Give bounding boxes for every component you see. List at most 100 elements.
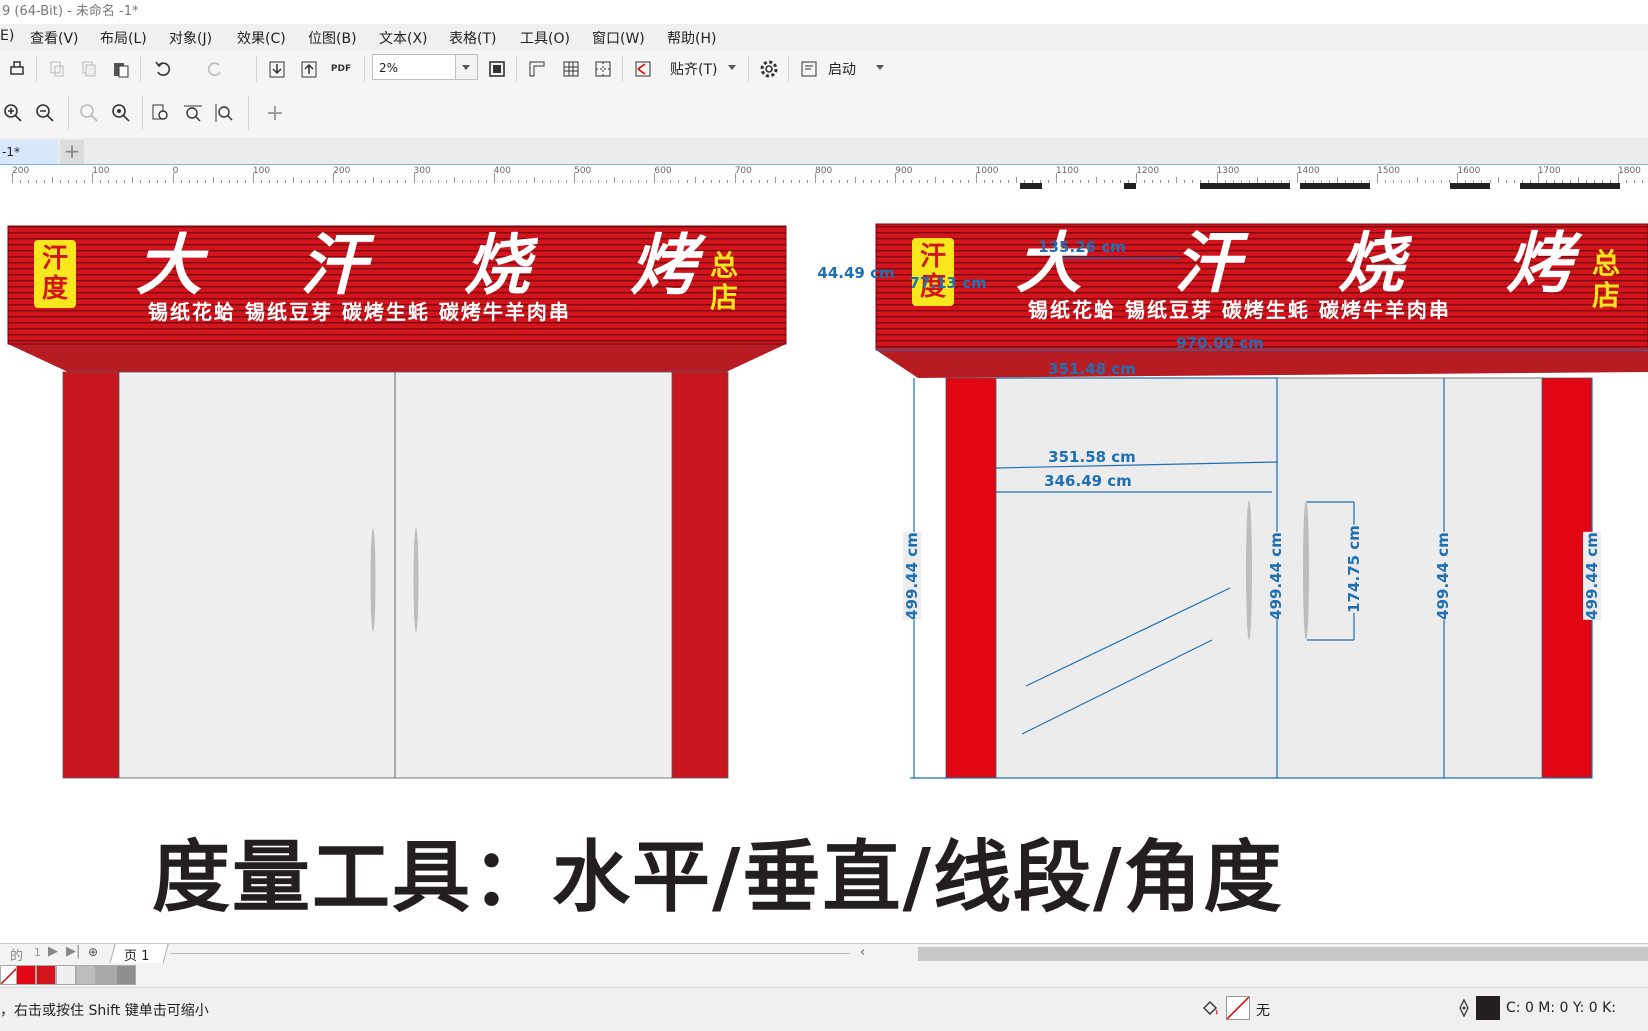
full-screen-preview-icon[interactable]	[484, 56, 510, 82]
print-icon[interactable]	[4, 56, 30, 82]
menu-item-1[interactable]: 布局(L)	[100, 28, 147, 48]
dimension-label[interactable]: 174.75 cm	[1345, 525, 1363, 613]
ruler-tick-label: 1300	[1216, 166, 1240, 176]
outline-color-swatch[interactable]	[1476, 996, 1500, 1020]
sign-title-char: 汗	[300, 226, 366, 304]
dimension-label[interactable]: 44.49 cm	[817, 264, 894, 282]
sign-title-char: 大	[136, 226, 202, 304]
zoom-to-all-objects-icon[interactable]	[108, 100, 134, 126]
swatch-light-gray[interactable]	[56, 965, 76, 985]
next-page-icon[interactable]: ▶	[48, 944, 58, 959]
add-page-icon[interactable]: ⊕	[88, 945, 98, 959]
door-handle-left-a	[370, 528, 376, 632]
paste-icon[interactable]	[108, 56, 134, 82]
document-tab-bar	[0, 138, 1648, 164]
menu-item-7[interactable]: 工具(O)	[520, 28, 570, 48]
ruler-tick	[413, 173, 415, 183]
dimension-label[interactable]: 351.48 cm	[1048, 360, 1136, 378]
menu-item-5[interactable]: 文本(X)	[379, 28, 428, 48]
zoom-to-selected-icon[interactable]	[76, 100, 102, 126]
toolbar-separator	[140, 56, 141, 82]
add-document-tab-button[interactable]: +	[60, 140, 84, 164]
swatch-mid-gray[interactable]	[96, 965, 116, 985]
dimension-label[interactable]: 135.26 cm	[1038, 238, 1126, 256]
ruler-tick	[654, 173, 656, 183]
status-bar: ，右击或按住 Shift 键单击可缩小 无 C: 0 M: 0 Y: 0 K:	[0, 987, 1648, 1031]
horizontal-scrollbar[interactable]	[918, 947, 1648, 961]
page-count: 1	[34, 946, 41, 959]
copy-icon[interactable]	[76, 56, 102, 82]
ruler-tick-label: 1500	[1377, 166, 1400, 176]
dimension-label[interactable]: 77.13 cm	[909, 274, 986, 292]
drawing-canvas[interactable]: 汗度大汗烧烤锡纸花蛤 锡纸豆芽 碳烤生蚝 碳烤牛羊肉串总店 汗度大汗烧烤锡纸花蛤…	[0, 183, 1648, 943]
menu-item-9[interactable]: 帮助(H)	[667, 28, 716, 48]
ruler-tick	[493, 173, 495, 183]
menu-item-6[interactable]: 表格(T)	[449, 28, 496, 48]
pen-nib-icon[interactable]	[1456, 998, 1472, 1022]
dimension-label[interactable]: 970.00 cm	[1176, 334, 1264, 352]
fill-color-none-icon[interactable]	[1226, 996, 1250, 1020]
menu-item-8[interactable]: 窗口(W)	[592, 28, 645, 48]
document-tab[interactable]: -1*	[0, 140, 58, 164]
ruler-tick-label: 900	[895, 166, 913, 176]
dimension-label[interactable]: 346.49 cm	[1044, 472, 1132, 490]
ruler-tick	[1136, 173, 1138, 183]
page-tab-label: 页 1	[124, 949, 150, 964]
zoom-level-input[interactable]: 2%	[372, 54, 456, 80]
menu-item-3[interactable]: 效果(C)	[237, 28, 286, 48]
gear-icon[interactable]	[756, 56, 782, 82]
swatch-dark-red[interactable]	[36, 965, 56, 985]
color-palette	[0, 963, 1648, 987]
zoom-to-page-icon[interactable]	[148, 100, 174, 126]
ruler-tick	[333, 173, 335, 183]
swatch-red[interactable]	[16, 965, 36, 985]
menu-item-2[interactable]: 对象(J)	[169, 28, 212, 48]
sign-side-char: 店	[1592, 279, 1621, 312]
snap-to-menu[interactable]: 贴齐(T)	[670, 59, 717, 79]
fill-bucket-icon[interactable]	[1200, 998, 1220, 1022]
ruler-tick	[1537, 173, 1539, 183]
dimension-label[interactable]: 499.44 cm	[1583, 532, 1601, 620]
show-grid-icon[interactable]	[558, 56, 584, 82]
scroll-left-icon[interactable]: ‹	[860, 945, 865, 960]
ruler-tick-label: 200	[12, 166, 30, 176]
zoom-to-page-height-icon[interactable]	[210, 100, 236, 126]
undo-icon[interactable]	[150, 56, 176, 82]
import-icon[interactable]	[264, 56, 290, 82]
color-readout: C: 0 M: 0 Y: 0 K:	[1506, 1000, 1617, 1016]
zoom-dropdown-button[interactable]	[456, 54, 478, 80]
swatch-dark-gray[interactable]	[116, 965, 136, 985]
cut-icon[interactable]	[44, 56, 70, 82]
pdf-label: PDF	[330, 63, 352, 74]
zoom-out-icon[interactable]	[32, 100, 58, 126]
export-icon[interactable]	[296, 56, 322, 82]
last-page-icon[interactable]: ▶|	[66, 944, 80, 959]
toolbar-separator	[142, 96, 143, 130]
menu-item-file-fragment[interactable]: E)	[0, 28, 14, 44]
redo-icon[interactable]	[202, 56, 228, 82]
dimension-label[interactable]: 499.44 cm	[1267, 532, 1285, 620]
horizontal-ruler[interactable]: 200 100 0 100 200 300 400 500 600 700 800 900 1000 11…	[0, 164, 1648, 184]
dimension-label[interactable]: 499.44 cm	[903, 532, 921, 620]
pillar-left-a	[62, 371, 120, 779]
zoom-in-icon[interactable]	[0, 100, 26, 126]
show-rulers-icon[interactable]	[524, 56, 550, 82]
launch-menu[interactable]: 启动	[828, 59, 856, 79]
dimension-label[interactable]: 351.58 cm	[1048, 448, 1136, 466]
ruler-tick-label: 100	[92, 166, 110, 176]
menu-item-4[interactable]: 位图(B)	[308, 28, 357, 48]
show-guidelines-icon[interactable]	[590, 56, 616, 82]
menu-item-0[interactable]: 查看(V)	[30, 28, 79, 48]
swatch-gray[interactable]	[76, 965, 96, 985]
application-launcher-icon[interactable]	[796, 56, 822, 82]
ruler-tick	[1457, 173, 1459, 183]
badge-char: 汗	[41, 244, 68, 274]
toolbar-separator	[36, 56, 37, 82]
add-toolbar-item-icon[interactable]: +	[262, 100, 288, 126]
zoom-to-page-width-icon[interactable]	[180, 100, 206, 126]
ruler-tick	[895, 173, 897, 183]
dimension-label[interactable]: 499.44 cm	[1434, 532, 1452, 620]
door-handle-right-a	[1246, 500, 1252, 640]
snap-off-icon[interactable]	[630, 56, 656, 82]
publish-pdf-icon[interactable]: PDF	[328, 56, 354, 82]
